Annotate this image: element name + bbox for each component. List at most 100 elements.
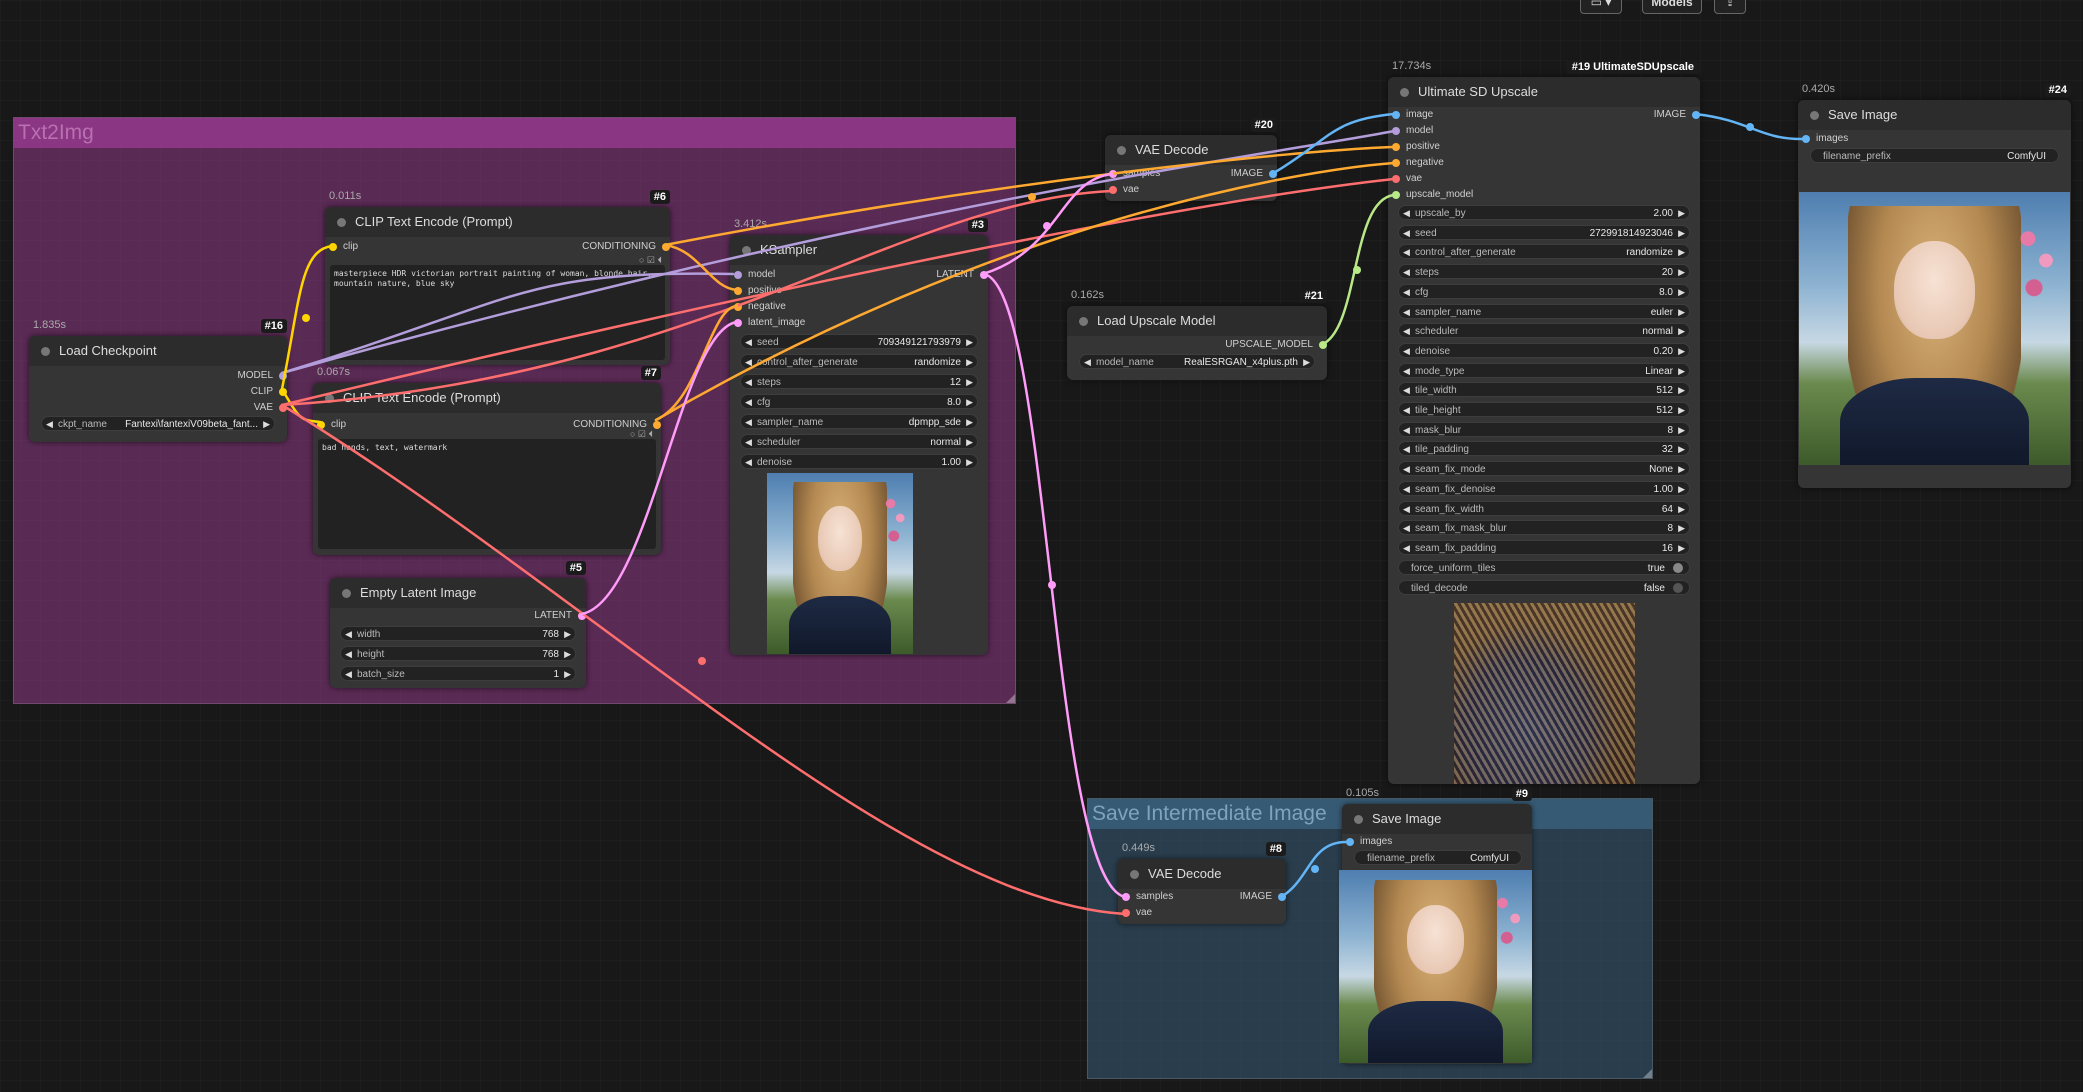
node-load-checkpoint[interactable]: 1.835s #16 Load Checkpoint MODEL CLIP VA… bbox=[29, 319, 287, 442]
socket[interactable] bbox=[329, 243, 337, 251]
toggle-knob-icon[interactable] bbox=[1673, 582, 1683, 593]
decrement-icon[interactable]: ◀ bbox=[1403, 245, 1410, 260]
input-clip[interactable]: clip bbox=[329, 239, 358, 255]
widget-sampler-name[interactable]: ◀ sampler_name euler ▶ bbox=[1398, 303, 1690, 319]
widget-seam-fix-padding[interactable]: ◀ seam_fix_padding 16 ▶ bbox=[1398, 539, 1690, 556]
widget-steps[interactable]: ◀ steps 12 ▶ bbox=[740, 374, 978, 389]
collapse-dot[interactable] bbox=[1810, 111, 1819, 120]
node-load-upscale-model[interactable]: 0.162s #21 Load Upscale Model UPSCALE_MO… bbox=[1067, 289, 1327, 380]
decrement-icon[interactable]: ◀ bbox=[1403, 206, 1410, 221]
output-clip[interactable]: CLIP bbox=[251, 384, 287, 400]
increment-icon[interactable]: ▶ bbox=[1678, 206, 1685, 221]
decrement-icon[interactable]: ◀ bbox=[1403, 442, 1410, 457]
socket[interactable] bbox=[279, 372, 287, 380]
widget-model-name[interactable]: ◀ model_name RealESRGAN_x4plus.pth ▶ bbox=[1079, 354, 1315, 369]
prompt-textarea[interactable]: masterpiece HDR victorian portrait paint… bbox=[330, 265, 665, 360]
widget-denoise[interactable]: ◀ denoise 1.00 ▶ bbox=[740, 454, 978, 469]
collapse-dot[interactable] bbox=[742, 246, 751, 255]
decrement-icon[interactable]: ◀ bbox=[745, 395, 752, 410]
decrement-icon[interactable]: ◀ bbox=[745, 355, 752, 370]
socket[interactable] bbox=[734, 319, 742, 327]
increment-icon[interactable]: ▶ bbox=[1678, 344, 1685, 359]
node-title[interactable]: Load Upscale Model bbox=[1067, 306, 1327, 336]
node-clip-text-encode-negative[interactable]: 0.067s #7 CLIP Text Encode (Prompt) clip… bbox=[313, 366, 661, 555]
increment-icon[interactable]: ▶ bbox=[966, 395, 973, 410]
socket[interactable] bbox=[1802, 135, 1810, 143]
input-negative[interactable]: negative bbox=[734, 299, 786, 315]
input-positive[interactable]: positive bbox=[1392, 139, 1440, 155]
socket[interactable] bbox=[734, 303, 742, 311]
increment-icon[interactable]: ▶ bbox=[1678, 403, 1685, 418]
input-model[interactable]: model bbox=[734, 267, 775, 283]
node-title[interactable]: Save Image bbox=[1798, 100, 2071, 130]
increment-icon[interactable]: ▶ bbox=[1678, 265, 1685, 280]
socket[interactable] bbox=[1109, 186, 1117, 194]
widget-batch-size[interactable]: ◀ batch_size 1 ▶ bbox=[340, 666, 576, 681]
increment-icon[interactable]: ▶ bbox=[564, 667, 571, 682]
socket[interactable] bbox=[1122, 909, 1130, 917]
decrement-icon[interactable]: ◀ bbox=[1084, 355, 1091, 370]
input-positive[interactable]: positive bbox=[734, 283, 782, 299]
decrement-icon[interactable]: ◀ bbox=[345, 647, 352, 662]
widget-filename-prefix[interactable]: filename_prefix ComfyUI bbox=[1354, 850, 1522, 865]
input-samples[interactable]: samples bbox=[1109, 166, 1160, 182]
increment-icon[interactable]: ▶ bbox=[1678, 245, 1685, 260]
node-empty-latent-image[interactable]: #5 Empty Latent Image LATENT ◀ width 768 ▶ … bbox=[330, 561, 586, 688]
output-upscale-model[interactable]: UPSCALE_MODEL bbox=[1225, 337, 1327, 353]
decrement-icon[interactable]: ◀ bbox=[345, 667, 352, 682]
decrement-icon[interactable]: ◀ bbox=[345, 627, 352, 642]
increment-icon[interactable]: ▶ bbox=[564, 627, 571, 642]
socket[interactable] bbox=[1269, 170, 1277, 178]
node-title[interactable]: Save Image bbox=[1342, 804, 1532, 834]
widget-ckpt-name[interactable]: ◀ ckpt_name Fantexi\fantexiV09beta_fant...… bbox=[41, 416, 275, 431]
node-title[interactable]: Ultimate SD Upscale bbox=[1388, 77, 1700, 107]
output-vae[interactable]: VAE bbox=[254, 400, 287, 416]
widget-tile-padding[interactable]: ◀ tile_padding 32 ▶ bbox=[1398, 441, 1690, 457]
widget-mode-type[interactable]: ◀ mode_type Linear ▶ bbox=[1398, 362, 1690, 378]
widget-upscale-by[interactable]: ◀ upscale_by 2.00 ▶ bbox=[1398, 205, 1690, 220]
increment-icon[interactable]: ▶ bbox=[966, 435, 973, 450]
decrement-icon[interactable]: ◀ bbox=[1403, 541, 1410, 556]
collapse-dot[interactable] bbox=[1400, 88, 1409, 97]
socket[interactable] bbox=[578, 612, 586, 620]
prompt-textarea[interactable]: bad hands, text, watermark bbox=[318, 439, 656, 549]
upscale-preview-image[interactable] bbox=[1454, 603, 1635, 784]
widget-cfg[interactable]: ◀ cfg 8.0 ▶ bbox=[1398, 283, 1690, 300]
input-image[interactable]: image bbox=[1392, 107, 1433, 123]
socket[interactable] bbox=[1392, 111, 1400, 119]
decrement-icon[interactable]: ◀ bbox=[1403, 285, 1410, 300]
decrement-icon[interactable]: ◀ bbox=[745, 335, 752, 350]
widget-seam-fix-mode[interactable]: ◀ seam_fix_mode None ▶ bbox=[1398, 461, 1690, 477]
decrement-icon[interactable]: ◀ bbox=[1403, 344, 1410, 359]
socket[interactable] bbox=[1392, 159, 1400, 167]
increment-icon[interactable]: ▶ bbox=[966, 455, 973, 470]
toggle-tiled-decode[interactable]: tiled_decode false bbox=[1398, 579, 1690, 595]
models-button[interactable]: Models bbox=[1642, 0, 1702, 14]
node-vae-decode-20[interactable]: #20 VAE Decode samples vae IMAGE bbox=[1105, 118, 1277, 201]
input-model[interactable]: model bbox=[1392, 123, 1433, 139]
socket[interactable] bbox=[653, 421, 661, 429]
widget-seam-fix-mask-blur[interactable]: ◀ seam_fix_mask_blur 8 ▶ bbox=[1398, 520, 1690, 536]
widget-cfg[interactable]: ◀ cfg 8.0 ▶ bbox=[740, 394, 978, 409]
increment-icon[interactable]: ▶ bbox=[263, 417, 270, 432]
collapse-dot[interactable] bbox=[1117, 146, 1126, 155]
ksampler-preview-image[interactable] bbox=[767, 473, 913, 654]
collapse-dot[interactable] bbox=[41, 347, 50, 356]
input-latent-image[interactable]: latent_image bbox=[734, 315, 805, 331]
queue-menu-button[interactable]: ▭ ▾ bbox=[1580, 0, 1622, 14]
increment-icon[interactable]: ▶ bbox=[1678, 482, 1685, 497]
widget-sampler-name[interactable]: ◀ sampler_name dpmpp_sde ▶ bbox=[740, 414, 978, 429]
decrement-icon[interactable]: ◀ bbox=[745, 415, 752, 430]
increment-icon[interactable]: ▶ bbox=[966, 375, 973, 390]
node-vae-decode-8[interactable]: 0.449s #8 VAE Decode samples vae IMAGE bbox=[1118, 842, 1286, 924]
widget-seam-fix-width[interactable]: ◀ seam_fix_width 64 ▶ bbox=[1398, 500, 1690, 516]
widget-denoise[interactable]: ◀ denoise 0.20 ▶ bbox=[1398, 342, 1690, 359]
decrement-icon[interactable]: ◀ bbox=[1403, 383, 1410, 398]
socket[interactable] bbox=[1109, 170, 1117, 178]
input-clip[interactable]: clip bbox=[317, 417, 346, 433]
widget-seed[interactable]: ◀ seed 709349121793979 ▶ bbox=[740, 334, 978, 349]
decrement-icon[interactable]: ◀ bbox=[1403, 462, 1410, 477]
input-images[interactable]: images bbox=[1802, 131, 1848, 147]
output-model[interactable]: MODEL bbox=[237, 368, 287, 384]
input-vae[interactable]: vae bbox=[1109, 182, 1139, 198]
